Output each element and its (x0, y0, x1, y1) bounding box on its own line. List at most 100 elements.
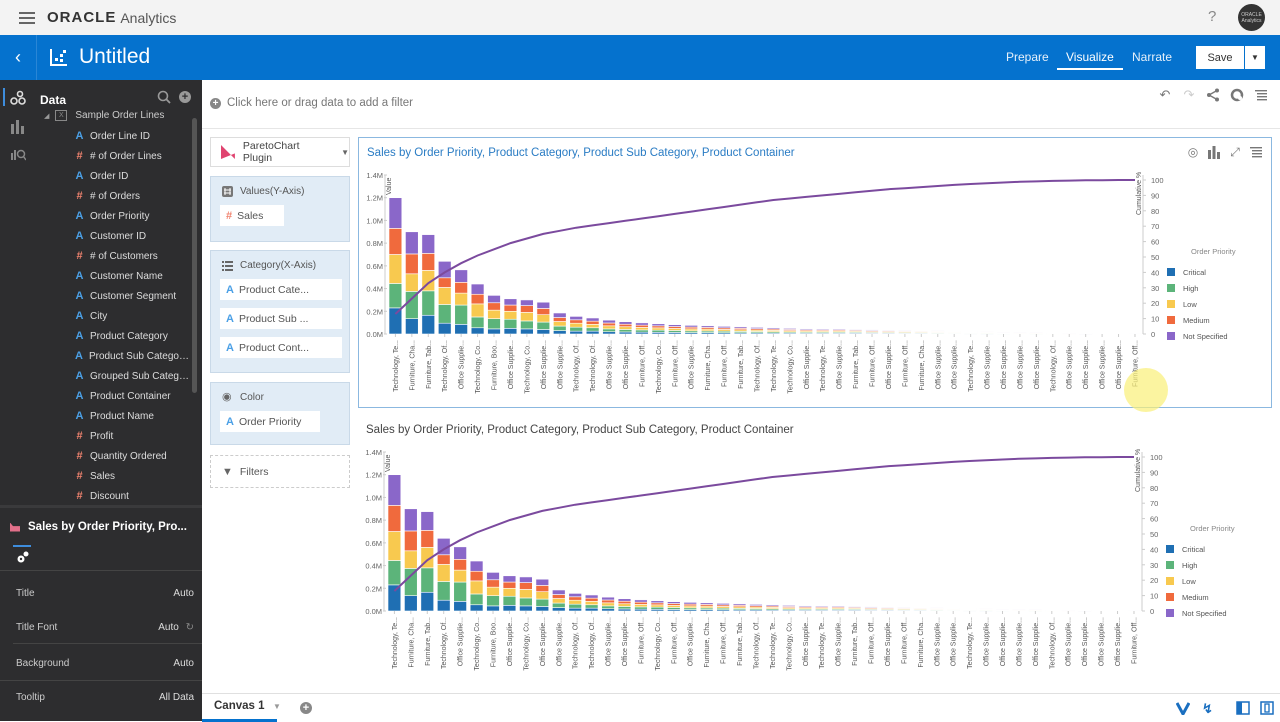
field-item[interactable]: # # of Customers (74, 246, 189, 266)
field-item[interactable]: A Customer Name (74, 266, 189, 286)
data-source-node[interactable]: ◢ X Sample Order Lines (44, 110, 164, 121)
undo-icon[interactable]: ↶ (1158, 88, 1172, 102)
field-item[interactable]: # Discount (74, 486, 189, 506)
category-chip[interactable]: A Product Cate... (220, 279, 342, 300)
chip-label: Product Cont... (238, 341, 309, 354)
help-icon[interactable]: ? (1208, 8, 1216, 25)
bar-segment-not-specified (387, 474, 402, 506)
bar-segment-critical (486, 605, 500, 612)
divider (0, 570, 202, 571)
values-well[interactable]: Values(Y-Axis) # Sales (210, 176, 350, 242)
viz-type-selector[interactable]: ParetoChart Plugin ▼ (210, 137, 350, 167)
tab-narrate[interactable]: Narrate (1132, 50, 1172, 64)
category-chip[interactable]: A Product Cont... (220, 337, 342, 358)
field-item[interactable]: A Grouped Sub Categ… (74, 366, 189, 386)
field-item[interactable]: A Order ID (74, 166, 189, 186)
field-label: Customer Segment (90, 290, 177, 302)
bar-segment-low (438, 287, 452, 305)
bar-segment-low (553, 321, 567, 327)
field-list-scrollbar[interactable] (192, 118, 197, 393)
property-value[interactable]: Auto (173, 658, 194, 669)
save-button[interactable]: Save (1196, 46, 1244, 69)
field-item[interactable]: # # of Order Lines (74, 146, 189, 166)
bar-segment-medium (568, 596, 582, 601)
tab-prepare[interactable]: Prepare (1006, 50, 1049, 64)
add-filter-icon[interactable]: + (210, 97, 221, 109)
field-item[interactable]: A Product Name (74, 406, 189, 426)
category-well[interactable]: Category(X-Axis) A Product Cate... A Produ… (210, 250, 350, 373)
pareto-chart-2[interactable]: Sales by Order Priority, Product Categor… (358, 415, 1272, 686)
analytics-icon[interactable] (10, 145, 26, 161)
values-chip[interactable]: # Sales (220, 205, 284, 226)
hamburger-menu-icon[interactable] (19, 9, 35, 27)
mouse-cursor-highlight (1124, 368, 1168, 412)
field-item[interactable]: # Profit (74, 426, 189, 446)
y2-tick-label: 70 (1150, 499, 1158, 508)
bar-segment-not-specified (1028, 609, 1043, 611)
bar-segment-high (470, 316, 485, 329)
property-value[interactable]: Auto (173, 588, 194, 599)
panel-splitter[interactable] (0, 505, 202, 508)
expand-triangle-icon[interactable]: ◢ (44, 112, 49, 120)
field-item[interactable]: A Order Priority (74, 206, 189, 226)
project-title[interactable]: Untitled (79, 45, 150, 69)
legend-label: Not Specified (1182, 609, 1227, 618)
field-item[interactable]: # Quantity Ordered (74, 446, 189, 466)
field-item[interactable]: A City (74, 306, 189, 326)
data-elements-icon[interactable] (10, 90, 26, 106)
pareto-chart-1[interactable]: Sales by Order Priority, Product Categor… (358, 137, 1272, 408)
panel-split-icon[interactable] (1260, 701, 1274, 715)
x-tick-label: Furniture, Boo... (491, 617, 498, 667)
filter-bar[interactable]: + Click here or drag data to add a filte… (210, 97, 413, 109)
bar-segment-not-specified (634, 599, 648, 603)
field-item[interactable]: A Customer Segment (74, 286, 189, 306)
canvas-tab[interactable]: Canvas 1 (214, 700, 265, 712)
canvas-menu-caret-icon[interactable]: ▼ (273, 702, 281, 711)
field-item[interactable]: A Product Category (74, 326, 189, 346)
redo-icon[interactable]: ↷ (1182, 88, 1196, 102)
auto-apply-icon[interactable]: ↯ (1202, 701, 1216, 716)
visualizations-icon[interactable] (10, 118, 26, 134)
add-canvas-button[interactable]: + (300, 702, 312, 714)
auto-insights-icon[interactable] (1176, 701, 1190, 715)
reset-icon[interactable]: ↻ (186, 622, 194, 633)
add-data-button[interactable]: + (179, 91, 191, 103)
bar-segment-not-specified (1029, 332, 1044, 334)
filters-well[interactable]: ▼ Filters (210, 455, 350, 488)
y2-tick-label: 10 (1150, 592, 1158, 601)
property-value[interactable]: All Data (159, 692, 194, 703)
save-dropdown-button[interactable]: ▼ (1245, 46, 1265, 69)
category-chip[interactable]: A Product Sub ... (220, 308, 342, 329)
x-tick-label: Technology, Of... (1049, 617, 1056, 669)
color-well[interactable]: ◉ Color A Order Priority (210, 382, 350, 445)
bar-segment-high (487, 318, 501, 330)
y-tick-label: 0.6M (365, 539, 382, 548)
share-icon[interactable] (1206, 88, 1220, 102)
field-item[interactable]: A Product Sub Catego… (74, 346, 189, 366)
field-item[interactable]: A Customer ID (74, 226, 189, 246)
search-icon[interactable] (157, 90, 171, 104)
property-value[interactable]: Auto (158, 622, 179, 633)
x-tick-label: Office Supplie... (886, 340, 893, 389)
bar-segment-high (486, 595, 500, 607)
menu-icon[interactable] (1254, 88, 1268, 102)
property-value-group[interactable]: Auto ↻ (158, 622, 194, 633)
bar-segment-medium (437, 554, 451, 565)
field-item[interactable]: A Order Line ID (74, 126, 189, 146)
legend-title: Order Priority (1191, 247, 1236, 256)
user-avatar[interactable]: ORACLE Analytics (1238, 4, 1265, 31)
field-item[interactable]: # Sales (74, 466, 189, 486)
field-item[interactable]: # # of Orders (74, 186, 189, 206)
field-label: Product Container (90, 390, 171, 402)
bar-segment-not-specified (453, 546, 467, 560)
tab-visualize[interactable]: Visualize (1057, 50, 1123, 70)
back-button[interactable]: ‹ (0, 35, 37, 80)
general-settings-icon[interactable] (16, 550, 30, 564)
measure-icon: # (76, 470, 83, 482)
rail-active-indicator (3, 88, 5, 106)
color-chip[interactable]: A Order Priority (220, 411, 320, 432)
panel-left-icon[interactable] (1236, 701, 1250, 715)
x-tick-label: Technology, Of... (1050, 340, 1057, 392)
field-item[interactable]: A Product Container (74, 386, 189, 406)
refresh-data-icon[interactable] (1230, 88, 1244, 102)
